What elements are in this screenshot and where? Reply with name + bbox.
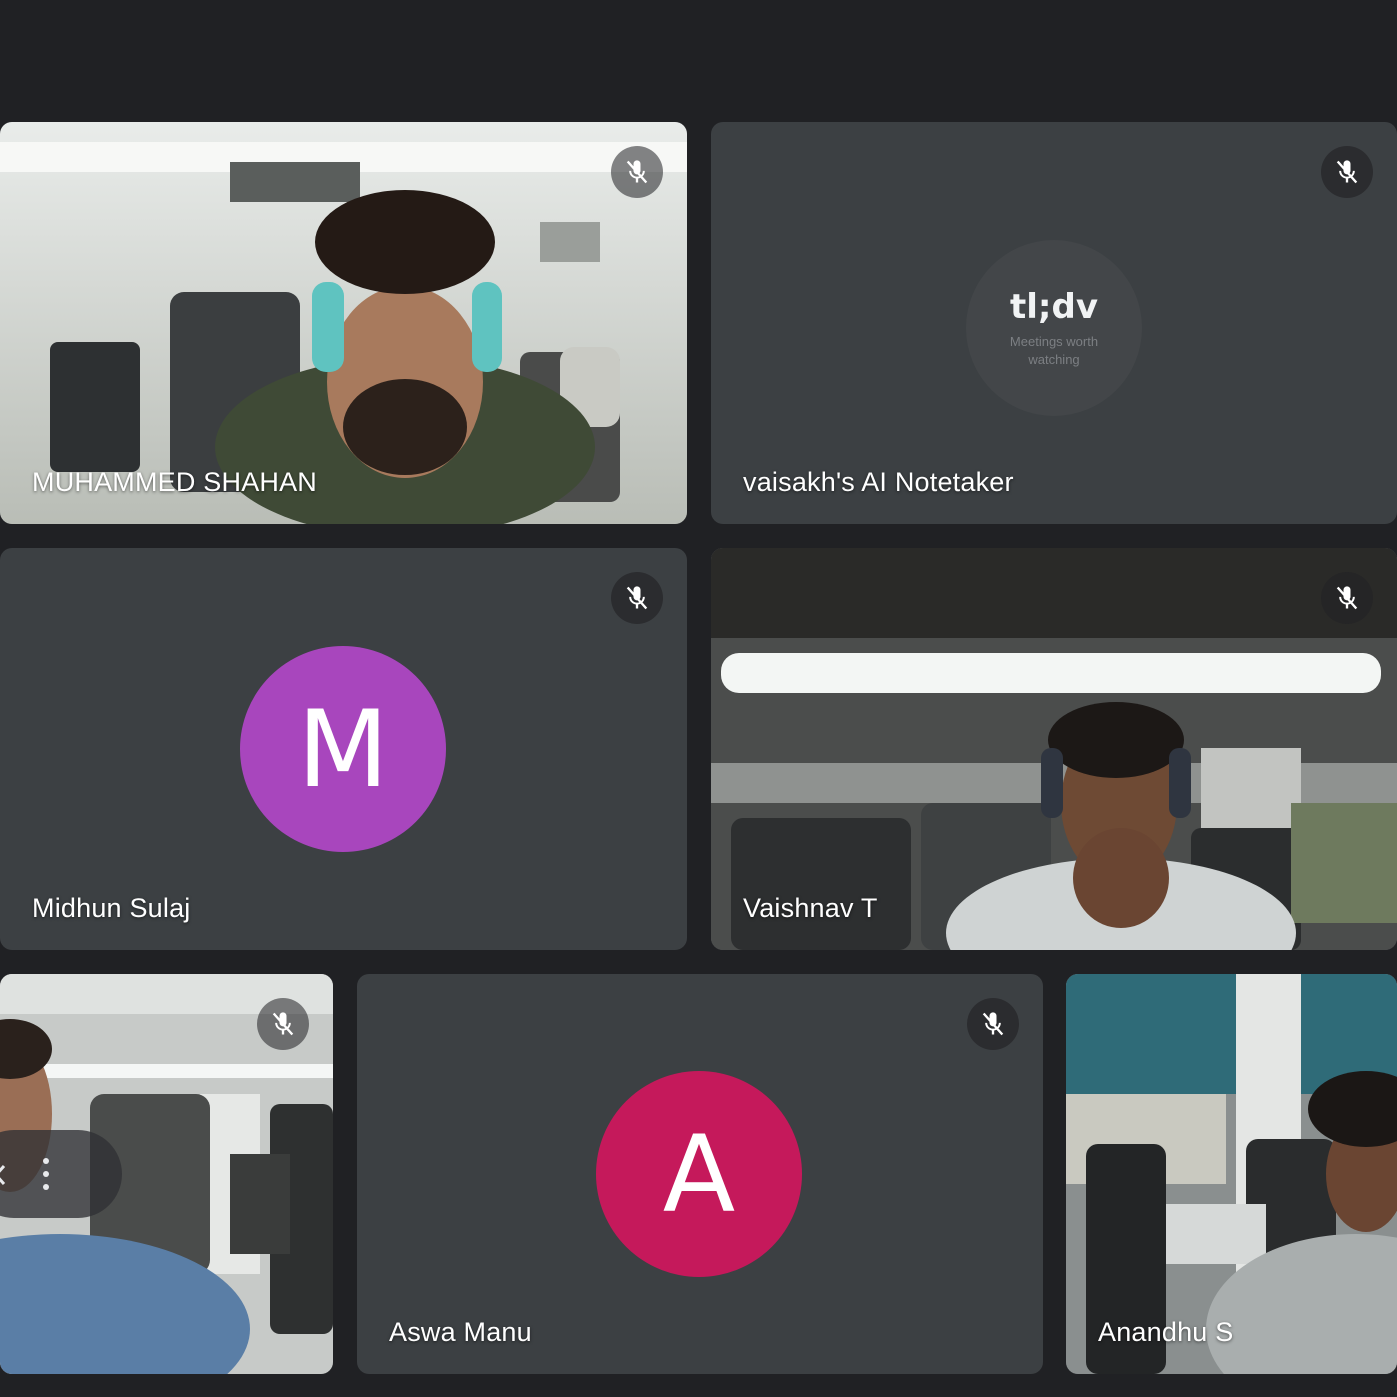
mic-off-icon — [626, 586, 648, 610]
participant-tile-anandhu-s[interactable]: Anandhu S — [1066, 974, 1397, 1374]
avatar-initial: A — [662, 1112, 736, 1236]
participant-name: MUHAMMED SHAHAN — [32, 467, 318, 497]
tile-options-pill[interactable] — [0, 1130, 122, 1218]
participant-tile-midhun-sulaj[interactable]: M Midhun Sulaj — [0, 548, 687, 950]
mic-off-icon — [626, 160, 648, 184]
mic-off-icon — [272, 1012, 294, 1036]
avatar-initial: M — [297, 687, 389, 811]
participant-name: Anandhu S — [1098, 1317, 1234, 1347]
mute-indicator — [611, 572, 663, 624]
mute-indicator — [967, 998, 1019, 1050]
notetaker-logo-subtitle: Meetings worth watching — [1009, 334, 1099, 367]
participant-tile-ai-notetaker[interactable]: tl;dv Meetings worth watching vaisakh's … — [711, 122, 1397, 524]
avatar: M — [240, 646, 446, 852]
participant-name: Vaishnav T — [743, 893, 878, 923]
mute-indicator — [611, 146, 663, 198]
video-feed — [0, 122, 687, 524]
participant-tile-vaishnav-t[interactable]: Vaishnav T — [711, 548, 1397, 950]
notetaker-logo-title: tl;dv — [1009, 287, 1098, 327]
mic-off-icon — [982, 1012, 1004, 1036]
dot — [43, 1158, 49, 1164]
meeting-grid: MUHAMMED SHAHAN tl;dv Meetings worth wat… — [0, 0, 1397, 1397]
participant-name: Midhun Sulaj — [32, 893, 191, 923]
more-vert-icon[interactable] — [34, 1158, 58, 1192]
notetaker-logo: tl;dv Meetings worth watching — [966, 240, 1142, 416]
participant-name: Aswa Manu — [389, 1317, 532, 1347]
participant-tile-muhammed-shahan[interactable]: MUHAMMED SHAHAN — [0, 122, 687, 524]
participant-tile-aswa-manu[interactable]: A Aswa Manu — [357, 974, 1043, 1374]
avatar: A — [596, 1071, 802, 1277]
video-feed — [1066, 974, 1397, 1374]
dot — [43, 1184, 49, 1190]
mic-off-icon — [1336, 586, 1358, 610]
video-feed — [711, 548, 1397, 950]
mute-indicator — [257, 998, 309, 1050]
mute-indicator — [1321, 572, 1373, 624]
dot — [43, 1171, 49, 1177]
mic-off-icon — [1336, 160, 1358, 184]
participant-name: vaisakh's AI Notetaker — [743, 467, 1014, 497]
chevron-left-icon[interactable] — [0, 1164, 8, 1186]
mute-indicator — [1321, 146, 1373, 198]
